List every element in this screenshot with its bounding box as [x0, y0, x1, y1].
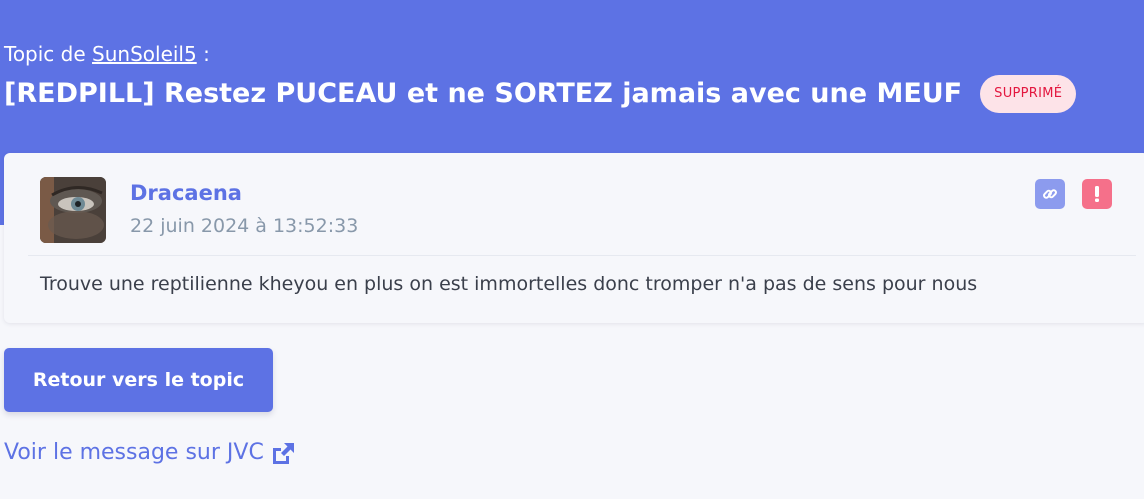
post-username[interactable]: Dracaena — [130, 179, 242, 207]
avatar — [40, 177, 106, 243]
back-to-topic-button[interactable]: Retour vers le topic — [4, 348, 273, 412]
topic-author-line: Topic de SunSoleil5 : — [4, 40, 210, 68]
topic-suffix: : — [196, 42, 210, 66]
title-row: [REDPILL] Restez PUCEAU et ne SORTEZ jam… — [4, 74, 1077, 114]
card-divider — [28, 255, 1136, 256]
link-icon — [1043, 189, 1057, 199]
author-link[interactable]: SunSoleil5 — [92, 42, 197, 66]
post-message: Trouve une reptilienne kheyou en plus on… — [40, 273, 978, 295]
message-card: Dracaena 22 juin 2024 à 13:52:33 Trouve … — [4, 153, 1144, 323]
external-link-icon — [270, 441, 296, 465]
status-badge: SUPPRIMÉ — [980, 75, 1077, 113]
view-on-jvc-link[interactable]: Voir le message sur JVC — [4, 438, 296, 468]
post-timestamp: 22 juin 2024 à 13:52:33 — [130, 215, 359, 237]
avatar-eye-image — [40, 177, 106, 243]
permalink-button[interactable] — [1035, 179, 1065, 209]
page-title: [REDPILL] Restez PUCEAU et ne SORTEZ jam… — [4, 78, 963, 109]
topic-prefix: Topic de — [4, 42, 86, 66]
exclamation-icon — [1095, 186, 1099, 202]
report-button[interactable] — [1082, 179, 1112, 209]
view-on-jvc-label: Voir le message sur JVC — [4, 440, 264, 465]
